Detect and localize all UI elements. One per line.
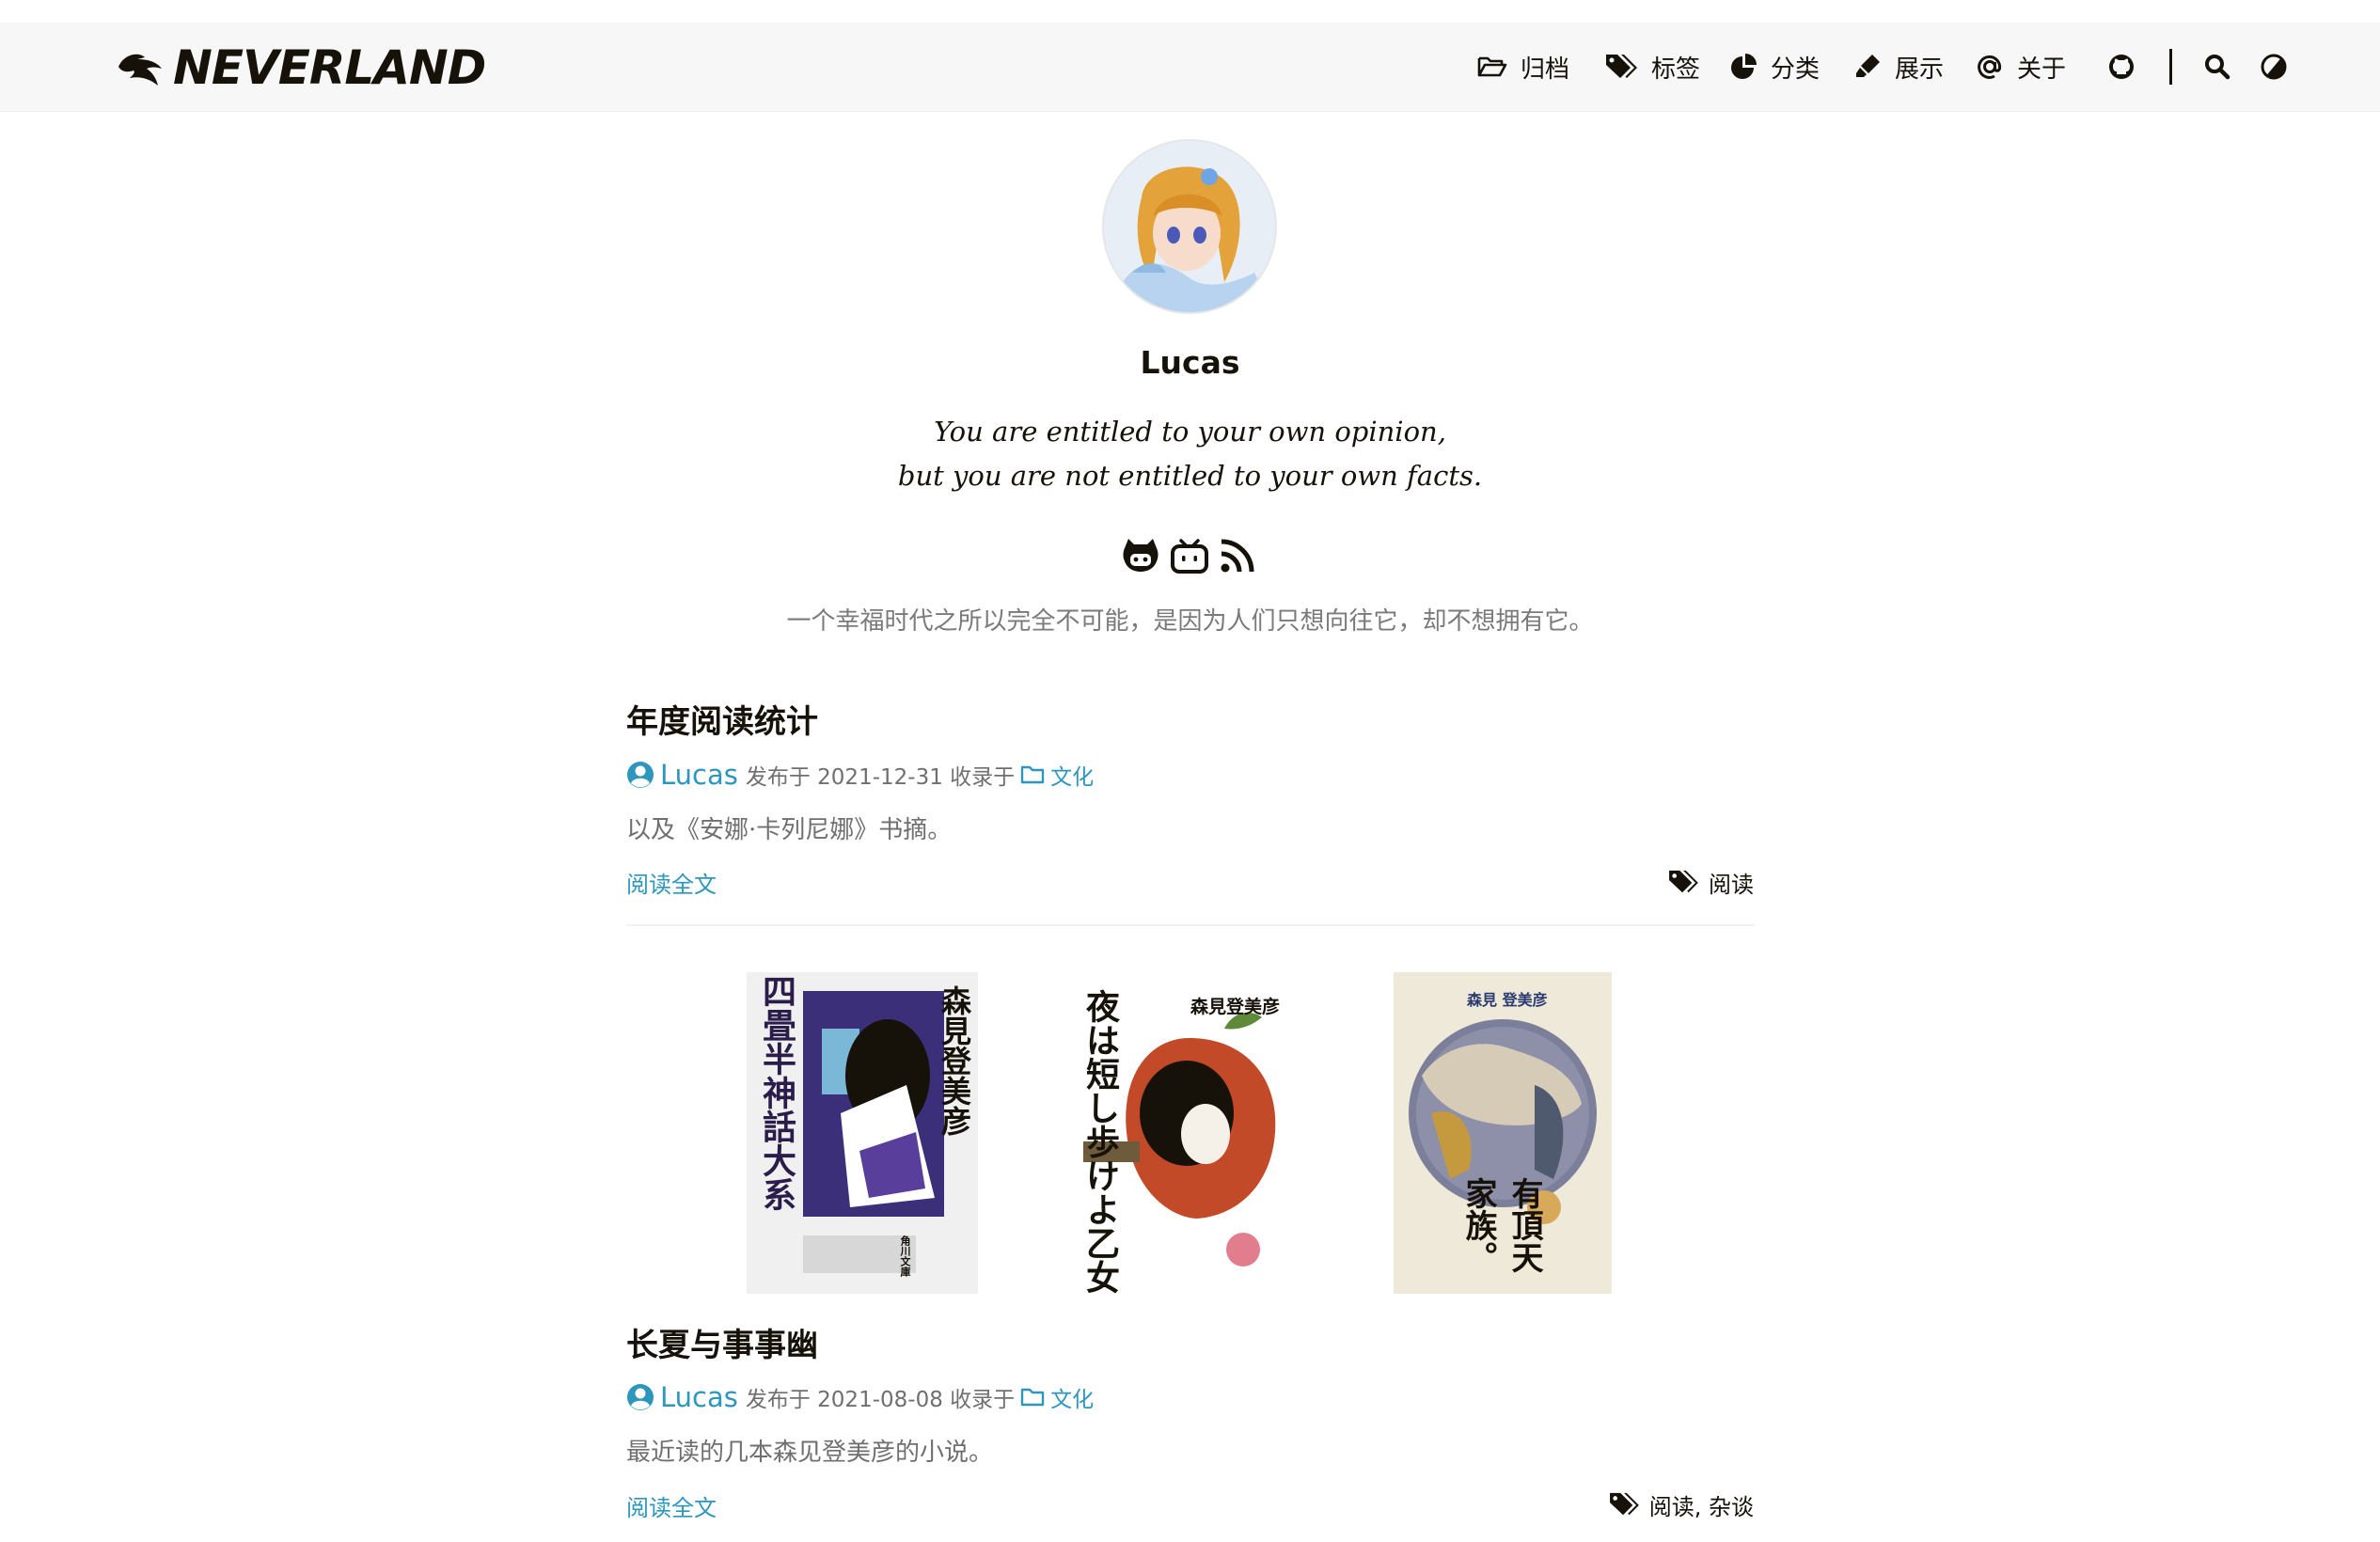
cover-publisher-1: 角川文庫 [899,1235,911,1277]
logo-wordmark: NEVERLAND [173,40,486,95]
cover-author-3: 森見 登美彦 [1467,991,1548,1009]
at-icon [1978,55,2002,79]
nav-github-link[interactable] [2107,23,2136,111]
nav-separator [2169,49,2172,85]
post-category-label-2: 文化 [1050,1388,1095,1412]
site-header: NEVERLAND 归档 标签 分类 展示 关于 [0,23,2380,112]
book-cover-3: 森見 登美彦 有頂天家族。 [1394,972,1612,1294]
folder-icon [1020,765,1045,784]
post-summary-2: 最近读的几本森见登美彦的小说。 [626,1439,994,1467]
social-rss[interactable] [1219,537,1256,578]
nav-label-about: 关于 [2017,55,2067,84]
read-more-link-2[interactable]: 阅读全文 [626,1489,717,1522]
post-tags-2: 阅读, 杂谈 [1608,1486,1754,1523]
github-icon [1123,539,1158,572]
social-bilibili[interactable] [1170,537,1209,578]
book-cover-2: 夜は短し歩けよ乙女 森見登美彦 [1074,972,1305,1294]
nav-tags[interactable]: 标签 [1604,23,1700,111]
cover-author-1: 森見登美彦 [937,985,972,1136]
book-cover-1: 四畳半神話大系 森見登美彦 角川文庫 [747,972,978,1294]
post-divider [626,924,1755,926]
cover-title-1: 四畳半神話大系 [757,974,796,1211]
avatar-illustration [1104,141,1275,312]
read-more-link-1[interactable]: 阅读全文 [626,866,717,899]
post-meta-1: Lucas 发布于 2021-12-31 收录于 文化 [626,756,1094,794]
rss-icon [1221,539,1254,573]
social-links [1121,534,1262,581]
profile-name: Lucas [1140,344,1240,381]
pie-chart-icon [1731,54,1757,79]
tags-icon [1606,55,1637,78]
folder-icon [1020,1388,1045,1407]
cover-title-3: 有頂天家族。 [1459,1177,1543,1273]
cover-author-2: 森見登美彦 [1190,997,1281,1017]
logo-mark-icon [118,54,162,86]
bilibili-icon [1171,539,1208,574]
post-author-1[interactable]: Lucas [660,759,738,791]
post-category-1[interactable]: 文化 [1020,759,1094,791]
top-strip [0,0,2380,23]
search-icon [2205,55,2230,80]
social-github[interactable] [1121,537,1160,578]
folder-open-icon [1477,56,1507,77]
nav-label-tags: 标签 [1651,55,1701,84]
post-tags-1: 阅读 [1667,863,1754,901]
nav-label-categories: 分类 [1771,55,1820,84]
highlighter-icon [1856,55,1880,77]
nav-search-button[interactable] [2203,23,2231,111]
cover-title-2: 夜は短し歩けよ乙女 [1080,989,1120,1294]
nav-archives[interactable]: 归档 [1477,23,1569,111]
tags-icon [1609,1492,1639,1516]
github-icon [2109,55,2134,79]
post-published-1: 发布于 2021-12-31 收录于 [745,765,1016,790]
post-tag-list-1[interactable]: 阅读 [1709,866,1754,899]
user-circle-icon [627,1384,654,1410]
post-title-2[interactable]: 长夏与事事幽 [626,1319,818,1365]
nav-theme-toggle[interactable] [2260,23,2288,111]
nav-showcase[interactable]: 展示 [1853,23,1944,111]
main-nav: 归档 标签 分类 展示 关于 [1346,23,2380,111]
post-tag-list-2[interactable]: 阅读, 杂谈 [1649,1488,1754,1521]
profile-quote-line-2: but you are not entitled to your own fac… [897,460,1483,492]
post-meta-2: Lucas 发布于 2021-08-08 收录于 文化 [626,1378,1094,1416]
theme-toggle-icon [2261,54,2287,80]
post-category-label-1: 文化 [1050,765,1095,790]
site-logo[interactable]: NEVERLAND [115,38,486,98]
post-category-2[interactable]: 文化 [1020,1381,1094,1413]
tags-icon [1669,870,1698,893]
post-author-2[interactable]: Lucas [660,1381,738,1413]
nav-about[interactable]: 关于 [1976,23,2066,111]
avatar [1104,141,1275,312]
user-circle-icon [627,762,654,788]
post-summary-1: 以及《安娜·卡列尼娜》书摘。 [626,816,953,844]
profile-motto: 一个幸福时代之所以完全不可能，是因为人们只想向往它，却不想拥有它。 [786,607,1594,636]
nav-label-showcase: 展示 [1895,55,1945,84]
nav-label-archives: 归档 [1521,55,1570,84]
post-published-2: 发布于 2021-08-08 收录于 [745,1388,1016,1412]
profile-quote-line-1: You are entitled to your own opinion, [934,416,1446,448]
post-title-1[interactable]: 年度阅读统计 [626,696,818,742]
nav-categories[interactable]: 分类 [1729,23,1820,111]
